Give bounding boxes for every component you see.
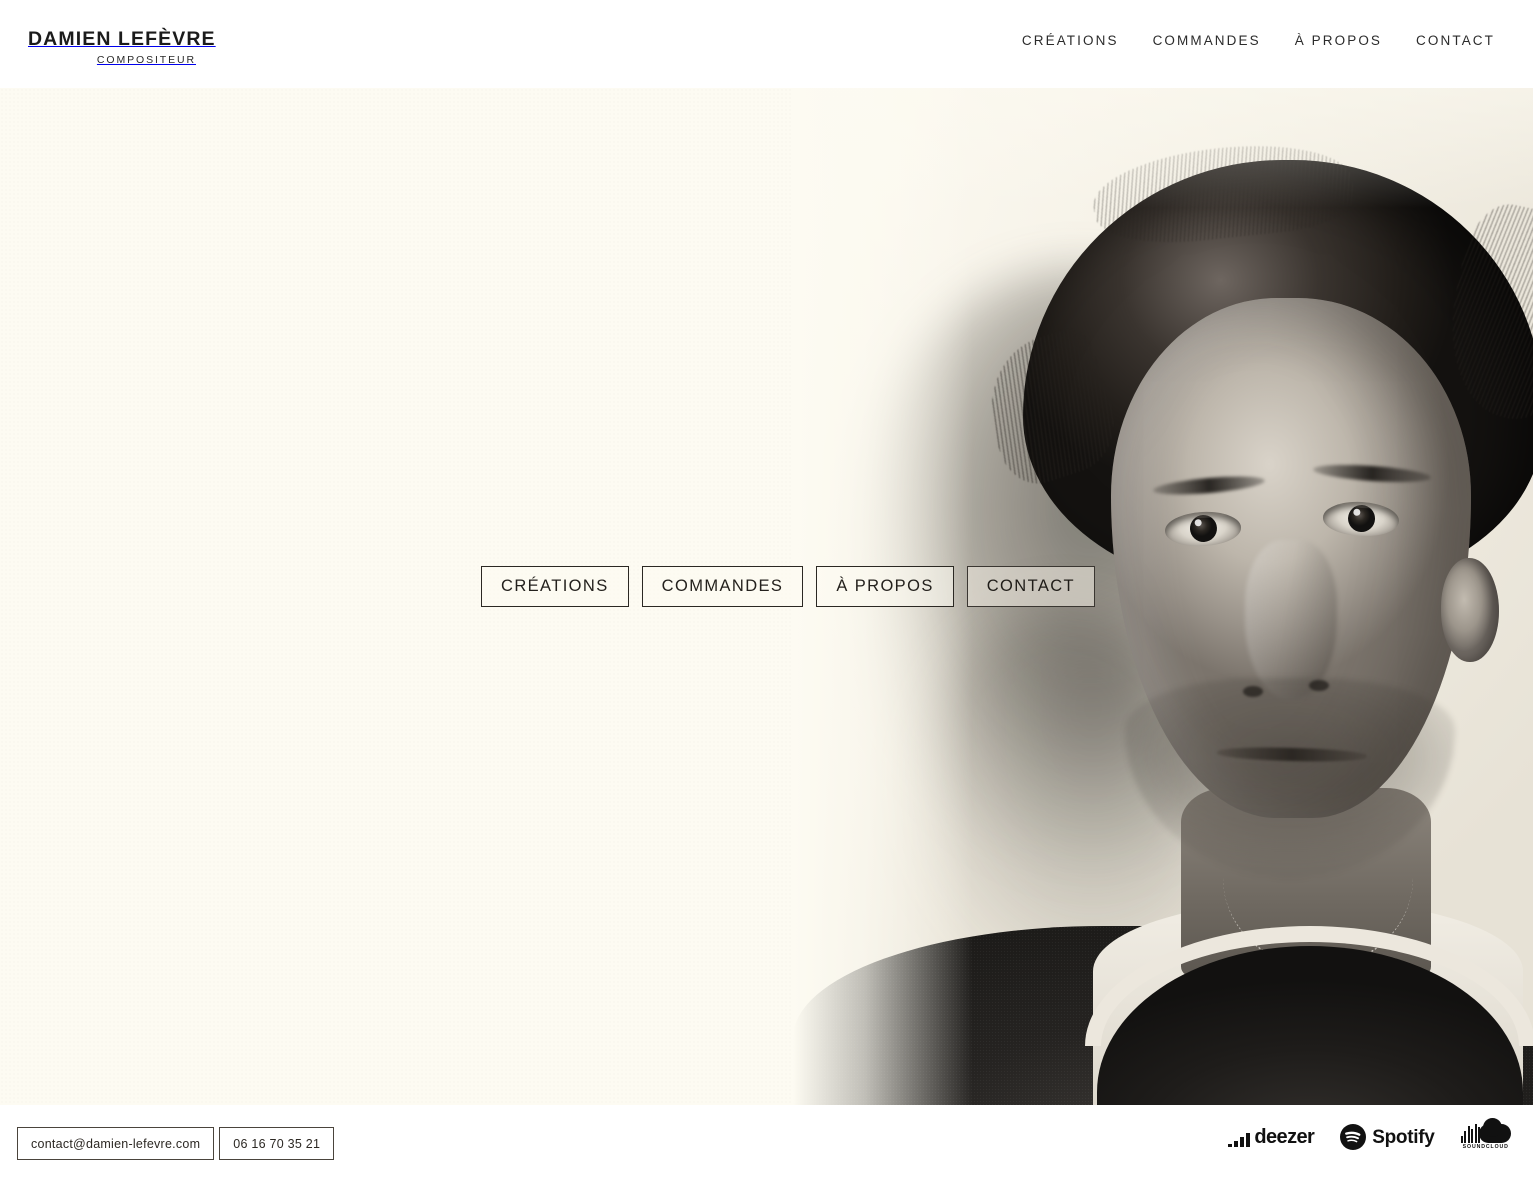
hero-button-contact[interactable]: CONTACT <box>966 566 1096 607</box>
site-footer: contact@damien-lefevre.com 06 16 70 35 2… <box>0 1105 1533 1180</box>
footer-email-button[interactable]: contact@damien-lefevre.com <box>17 1127 215 1160</box>
soundcloud-icon[interactable]: SOUNDCLOUD <box>1460 1118 1511 1150</box>
subject-ear <box>1441 558 1499 662</box>
subject-nostril-left <box>1243 686 1263 697</box>
hero-button-commandes[interactable]: COMMANDES <box>641 566 804 607</box>
page-root: DAMIEN LEFÈVRE COMPOSITEUR CRÉATIONS COM… <box>0 0 1533 1180</box>
brand-name: DAMIEN LEFÈVRE <box>28 28 216 50</box>
deezer-icon[interactable]: deezer <box>1228 1126 1315 1149</box>
deezer-equalizer-bars <box>1228 1133 1251 1148</box>
soundcloud-cloud-shape <box>1479 1118 1511 1143</box>
footer-phone-button[interactable]: 06 16 70 35 21 <box>219 1127 335 1160</box>
spotify-wordmark: Spotify <box>1372 1126 1435 1148</box>
footer-social-group: deezer Spotify SOUNDCLOUD <box>1228 1118 1511 1151</box>
nav-item-creations[interactable]: CRÉATIONS <box>1022 34 1119 48</box>
brand-logo[interactable]: DAMIEN LEFÈVRE COMPOSITEUR <box>28 28 216 66</box>
footer-contact-group: contact@damien-lefevre.com 06 16 70 35 2… <box>17 1127 335 1160</box>
spotify-icon[interactable]: Spotify <box>1340 1124 1435 1151</box>
hero-button-a-propos[interactable]: À PROPOS <box>816 566 954 607</box>
nav-item-commandes[interactable]: COMMANDES <box>1153 34 1261 48</box>
soundcloud-wave-bars <box>1460 1124 1480 1143</box>
nav-item-contact[interactable]: CONTACT <box>1416 34 1495 48</box>
subject-nostril-right <box>1309 680 1329 691</box>
hero-section: CRÉATIONS COMMANDES À PROPOS CONTACT <box>0 88 1533 1105</box>
nav-item-a-propos[interactable]: À PROPOS <box>1295 34 1382 48</box>
soundcloud-glyph <box>1460 1118 1511 1143</box>
soundcloud-wordmark: SOUNDCLOUD <box>1462 1144 1509 1150</box>
top-navigation: CRÉATIONS COMMANDES À PROPOS CONTACT <box>1022 34 1495 48</box>
hero-menu: CRÉATIONS COMMANDES À PROPOS CONTACT <box>481 566 1096 607</box>
brand-subtitle: COMPOSITEUR <box>96 53 196 66</box>
spotify-glyph <box>1340 1124 1367 1151</box>
hero-button-creations[interactable]: CRÉATIONS <box>481 566 629 607</box>
deezer-wordmark: deezer <box>1254 1126 1315 1149</box>
subject-nose <box>1245 540 1337 700</box>
site-header: DAMIEN LEFÈVRE COMPOSITEUR CRÉATIONS COM… <box>0 0 1533 88</box>
